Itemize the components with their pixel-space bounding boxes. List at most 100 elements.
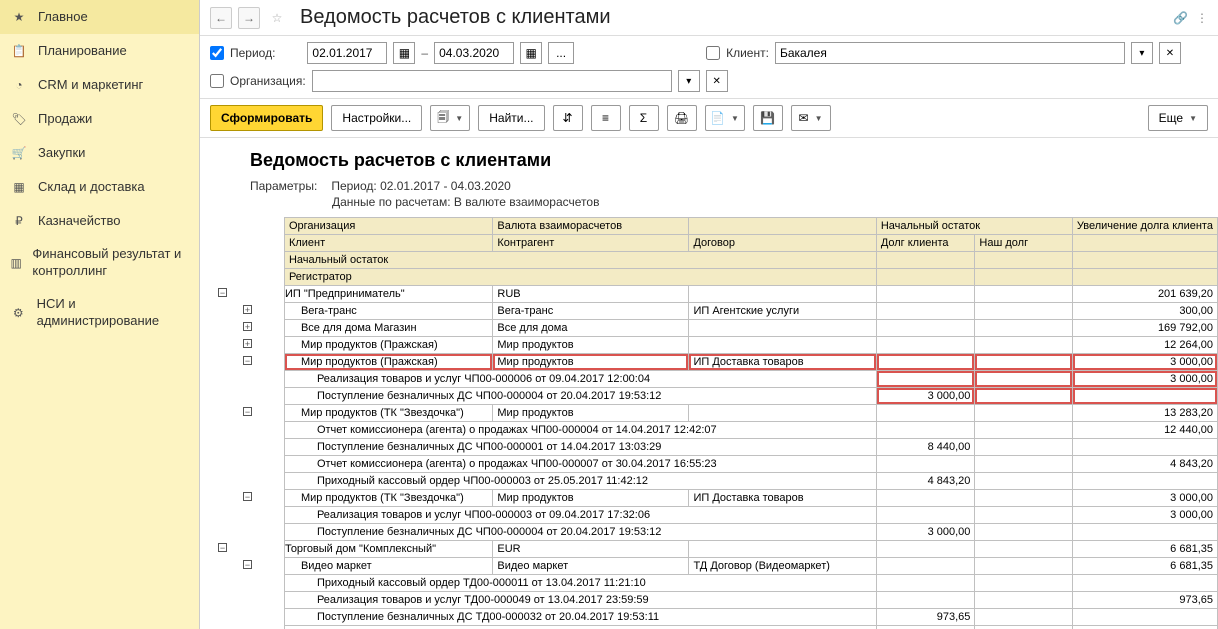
- calendar-icon: ▦: [525, 46, 536, 60]
- table-row[interactable]: Поступление безналичных ДС ЧП00-000004 о…: [210, 524, 1218, 541]
- cell-our-debt: [975, 524, 1072, 541]
- cell-debt-client: [876, 405, 975, 422]
- tree-toggle[interactable]: +: [235, 320, 260, 337]
- tree-toggle[interactable]: −: [235, 405, 260, 422]
- find-button[interactable]: Найти...: [478, 105, 544, 131]
- org-label: Организация:: [230, 74, 306, 88]
- sidebar-item-nsi[interactable]: ⚙НСИ и администрирование: [0, 288, 199, 338]
- table-row[interactable]: +Вега-трансВега-трансИП Агентские услуги…: [210, 303, 1218, 320]
- sidebar-item-sales[interactable]: 🏷Продажи: [0, 102, 199, 136]
- table-row[interactable]: −Мир продуктов (Пражская)Мир продуктовИП…: [210, 354, 1218, 371]
- client-input[interactable]: [775, 42, 1125, 64]
- table-row[interactable]: Реализация товаров и услуг ЧП00-000006 о…: [210, 371, 1218, 388]
- table-row[interactable]: +Все для дома МагазинВсе для дома169 792…: [210, 320, 1218, 337]
- period-checkbox[interactable]: [210, 46, 224, 60]
- nav-fwd-button[interactable]: →: [238, 7, 260, 29]
- client-checkbox[interactable]: [706, 46, 720, 60]
- filter-panel: Период: ▦ – ▦ ... Клиент: ▾ ✕ Организаци…: [200, 36, 1218, 99]
- cell-increase: 201 639,20: [1072, 286, 1217, 303]
- cell: Мир продуктов (Пражская): [284, 354, 492, 371]
- email-button[interactable]: ✉▼: [791, 105, 831, 131]
- calendar-to-button[interactable]: ▦: [520, 42, 542, 64]
- table-row[interactable]: +Мир продуктов (Пражская)Мир продуктов12…: [210, 337, 1218, 354]
- cell: [689, 337, 876, 354]
- table-row[interactable]: −Торговый дом "Комплексный"EUR6 681,35: [210, 541, 1218, 558]
- nav-back-button[interactable]: ←: [210, 7, 232, 29]
- client-clear-button[interactable]: ✕: [1159, 42, 1181, 64]
- boxes-icon: ▦: [10, 178, 28, 196]
- cell: ИП Доставка товаров: [689, 354, 876, 371]
- cell-increase: 169 792,00: [1072, 320, 1217, 337]
- params-label: Параметры:: [250, 179, 317, 193]
- date-to-input[interactable]: [434, 42, 514, 64]
- sidebar-item-treasury[interactable]: ₽Казначейство: [0, 204, 199, 238]
- tree-toggle[interactable]: +: [235, 303, 260, 320]
- more-menu-icon[interactable]: ⋮: [1196, 11, 1208, 25]
- main-area: ← → ☆ Ведомость расчетов с клиентами 🔗 ⋮…: [200, 0, 1218, 629]
- table-row[interactable]: Приходный кассовый ордер ТД00-000011 от …: [210, 575, 1218, 592]
- variants-button[interactable]: 🗐▼: [430, 105, 470, 131]
- cell-our-debt: [975, 626, 1072, 629]
- print-options-button[interactable]: 📄▼: [705, 105, 745, 131]
- date-from-input[interactable]: [307, 42, 387, 64]
- sidebar-item-planning[interactable]: 📋Планирование: [0, 34, 199, 68]
- table-row[interactable]: Реализация товаров и услуг ТД00-000049 о…: [210, 592, 1218, 609]
- cart-icon: 🛒: [10, 144, 28, 162]
- period-picker-button[interactable]: ...: [548, 42, 574, 64]
- sum-button[interactable]: Σ: [629, 105, 659, 131]
- collapse-button[interactable]: ≡: [591, 105, 621, 131]
- cell-debt-client: [876, 354, 975, 371]
- table-row[interactable]: −Мир продуктов (ТК "Звездочка")Мир проду…: [210, 405, 1218, 422]
- table-row[interactable]: −ИП "Предприниматель"RUB201 639,20: [210, 286, 1218, 303]
- sidebar-item-crm[interactable]: ◔CRM и маркетинг: [0, 68, 199, 102]
- cell-increase: 6 681,35: [1072, 541, 1217, 558]
- save-icon: 💾: [760, 111, 775, 125]
- table-row[interactable]: Реализация товаров и услуг ЧП00-000003 о…: [210, 507, 1218, 524]
- table-row[interactable]: Поступление безналичных ДС ТД00-000032 о…: [210, 609, 1218, 626]
- cell: Приходный кассовый ордер ЧП00-000003 от …: [284, 473, 876, 490]
- org-checkbox[interactable]: [210, 74, 224, 88]
- table-row[interactable]: −Видео маркетВидео маркетТД Договор (Вид…: [210, 558, 1218, 575]
- tree-toggle[interactable]: +: [235, 337, 260, 354]
- table-row[interactable]: Поступление безналичных ДС ЧП00-000004 о…: [210, 388, 1218, 405]
- table-row[interactable]: Отчет комиссионера (агента) о продажах Ч…: [210, 456, 1218, 473]
- collapse-icon: ≡: [602, 111, 609, 125]
- table-row[interactable]: Поступление безналичных ДС ЧП00-000001 о…: [210, 439, 1218, 456]
- client-dropdown-button[interactable]: ▾: [1131, 42, 1153, 64]
- tree-toggle[interactable]: −: [235, 490, 260, 507]
- report-table[interactable]: Организация Валюта взаиморасчетов Началь…: [210, 217, 1218, 629]
- cell-debt-client: [876, 320, 975, 337]
- table-row[interactable]: Отчет комиссионера (агента) о продажах Ч…: [210, 422, 1218, 439]
- more-button[interactable]: Еще▼: [1148, 105, 1208, 131]
- expand-button[interactable]: ⇵: [553, 105, 583, 131]
- save-button[interactable]: 💾: [753, 105, 783, 131]
- org-clear-button[interactable]: ✕: [706, 70, 728, 92]
- tree-toggle[interactable]: −: [235, 558, 260, 575]
- org-dropdown-button[interactable]: ▾: [678, 70, 700, 92]
- print-icon: 🖨: [674, 111, 689, 125]
- table-row[interactable]: Реализация товаров и услуг ТД00-000050 о…: [210, 626, 1218, 629]
- sidebar-item-warehouse[interactable]: ▦Склад и доставка: [0, 170, 199, 204]
- sidebar-item-purchases[interactable]: 🛒Закупки: [0, 136, 199, 170]
- link-icon[interactable]: 🔗: [1173, 11, 1188, 25]
- cell-debt-client: [876, 558, 975, 575]
- table-row[interactable]: Приходный кассовый ордер ЧП00-000003 от …: [210, 473, 1218, 490]
- cell: ИП Агентские услуги: [689, 303, 876, 320]
- cell-debt-client: 3 000,00: [876, 388, 975, 405]
- cell: Реализация товаров и услуг ТД00-000050 о…: [284, 626, 876, 629]
- table-row[interactable]: −Мир продуктов (ТК "Звездочка")Мир проду…: [210, 490, 1218, 507]
- favorite-icon[interactable]: ☆: [266, 7, 288, 29]
- print-button[interactable]: 🖨: [667, 105, 697, 131]
- sidebar-item-finance[interactable]: ▥Финансовый результат и контроллинг: [0, 238, 199, 288]
- org-input[interactable]: [312, 70, 672, 92]
- calendar-from-button[interactable]: ▦: [393, 42, 415, 64]
- cell-our-debt: [975, 303, 1072, 320]
- sidebar-item-main[interactable]: ★Главное: [0, 0, 199, 34]
- generate-button[interactable]: Сформировать: [210, 105, 323, 131]
- tree-toggle[interactable]: −: [210, 541, 235, 558]
- settings-button[interactable]: Настройки...: [331, 105, 422, 131]
- cell-increase: 12 440,00: [1072, 422, 1217, 439]
- cell: Отчет комиссионера (агента) о продажах Ч…: [284, 456, 876, 473]
- tree-toggle[interactable]: −: [235, 354, 260, 371]
- tree-toggle[interactable]: −: [210, 286, 235, 303]
